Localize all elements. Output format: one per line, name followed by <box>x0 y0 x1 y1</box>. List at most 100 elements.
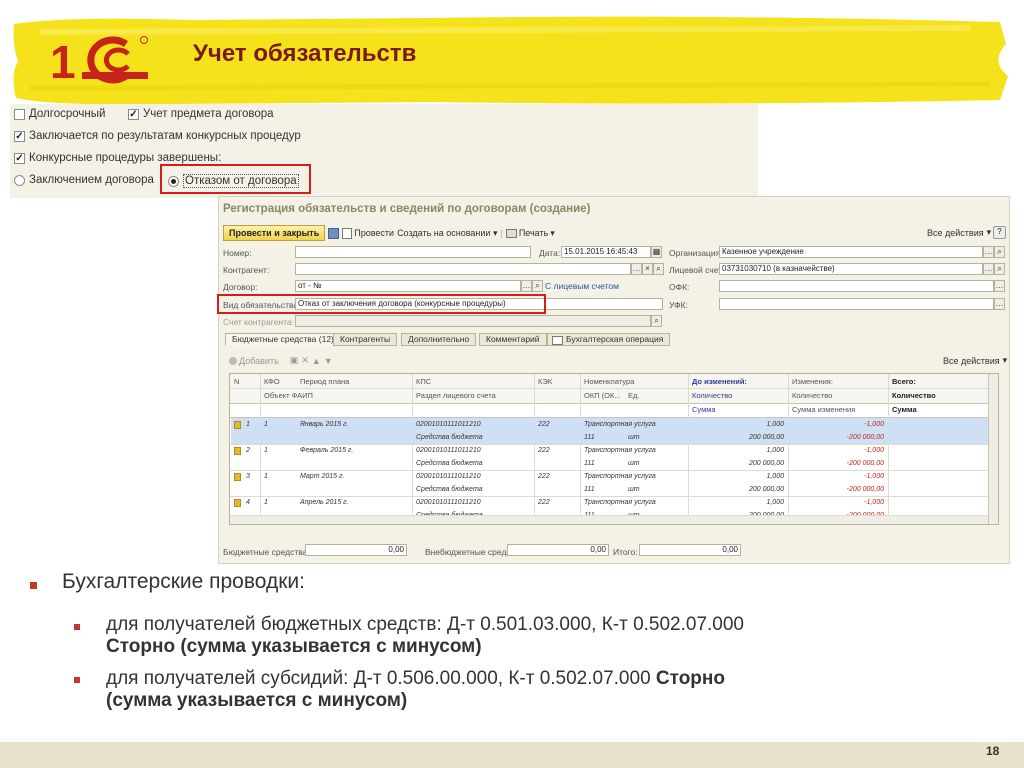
row3-nomenclature[interactable]: Транспортная услуга <box>584 473 656 480</box>
contract-search-icon[interactable]: ⌕ <box>532 280 543 292</box>
organization-select-button[interactable]: … <box>983 246 994 258</box>
tab-counterparties[interactable]: Контрагенты <box>333 333 398 346</box>
col-changes-qty[interactable]: Количество <box>792 391 832 400</box>
row1-sum[interactable]: 200 000,00 <box>692 434 784 441</box>
row1-nomenclature[interactable]: Транспортная услуга <box>584 421 656 428</box>
col-kfo[interactable]: КФО <box>264 377 280 386</box>
organization-field[interactable]: Казенное учреждение <box>719 246 983 258</box>
date-field[interactable]: 15.01.2015 16:45:43 <box>561 246 651 258</box>
row4-n[interactable]: 4 <box>246 499 250 506</box>
move-up-icon[interactable]: ▲ <box>312 356 321 366</box>
ofk-select-button[interactable]: … <box>994 280 1005 292</box>
row2-change-qty[interactable]: -1,000 <box>792 447 884 454</box>
row4-period[interactable]: Апрель 2015 г. <box>300 499 349 506</box>
col-period[interactable]: Период плана <box>300 377 349 386</box>
row2-kfo[interactable]: 1 <box>264 447 268 454</box>
row2-change-sum[interactable]: -200 000,00 <box>792 460 884 467</box>
by-conclusion-option[interactable]: Заключением договора <box>14 174 154 186</box>
ofk-field[interactable] <box>719 280 994 292</box>
counterparty-field[interactable] <box>295 263 631 275</box>
number-field[interactable] <box>295 246 531 258</box>
col-total-qty[interactable]: Количество <box>892 391 936 400</box>
counterparty-search-icon[interactable]: ⌕ <box>653 263 664 275</box>
row1-section[interactable]: Средства бюджета <box>416 434 483 441</box>
row3-kfo[interactable]: 1 <box>264 473 268 480</box>
row1-kfo[interactable]: 1 <box>264 421 268 428</box>
row1-change-qty[interactable]: -1,000 <box>792 421 884 428</box>
row3-kps[interactable]: 02001010111011210 <box>416 473 481 480</box>
personal-account-search-icon[interactable]: ⌕ <box>994 263 1005 275</box>
print-button[interactable]: Печать ▾ <box>505 228 555 239</box>
col-changes[interactable]: Изменения: <box>792 377 833 386</box>
row2-nomenclature[interactable]: Транспортная услуга <box>584 447 656 454</box>
contract-field[interactable]: от - № <box>295 280 521 292</box>
row4-change-qty[interactable]: -1,000 <box>792 499 884 506</box>
col-faip[interactable]: Объект ФАИП <box>264 391 313 400</box>
row3-change-qty[interactable]: -1,000 <box>792 473 884 480</box>
tab-comment[interactable]: Комментарий <box>479 333 547 346</box>
personal-account-field[interactable]: 03731030710 (в казначействе) <box>719 263 983 275</box>
organization-search-icon[interactable]: ⌕ <box>994 246 1005 258</box>
col-okp[interactable]: ОКП (ОК... <box>584 391 621 400</box>
vertical-scrollbar[interactable] <box>989 374 998 524</box>
horizontal-scrollbar[interactable] <box>230 515 988 524</box>
row3-qty[interactable]: 1,000 <box>692 473 784 480</box>
personal-account-select-button[interactable]: … <box>983 263 994 275</box>
long-term-checkbox[interactable] <box>14 108 25 120</box>
tender-checkbox[interactable]: ✓ <box>14 130 25 142</box>
row3-sum[interactable]: 200 000,00 <box>692 486 784 493</box>
with-account-link[interactable]: С лицевым счетом <box>545 281 619 291</box>
ufk-select-button[interactable]: … <box>994 298 1005 310</box>
tab-accounting-operation[interactable]: Бухгалтерская операция <box>547 333 671 346</box>
ufk-field[interactable] <box>719 298 994 310</box>
row1-period[interactable]: Январь 2015 г. <box>300 421 348 428</box>
copy-icon[interactable]: ▣ <box>290 355 299 366</box>
row1-kek[interactable]: 222 <box>538 421 550 428</box>
col-total[interactable]: Всего: <box>892 377 916 386</box>
row4-kps[interactable]: 02001010111011210 <box>416 499 481 506</box>
col-nomenclature[interactable]: Номенклатура <box>584 377 634 386</box>
row1-n[interactable]: 1 <box>246 421 250 428</box>
post-and-close-button[interactable]: Провести и закрыть <box>223 225 326 241</box>
row2-kps[interactable]: 02001010111011210 <box>416 447 481 454</box>
row1-qty[interactable]: 1,000 <box>692 421 784 428</box>
row3-kek[interactable]: 222 <box>538 473 550 480</box>
tender-completed-option[interactable]: ✓ Конкурсные процедуры завершены: <box>14 152 221 164</box>
col-kek[interactable]: КЭК <box>538 377 552 386</box>
row4-nomenclature[interactable]: Транспортная услуга <box>584 499 656 506</box>
col-unit[interactable]: Ед. <box>628 391 639 400</box>
by-conclusion-radio[interactable] <box>14 174 25 186</box>
save-icon[interactable] <box>328 227 340 239</box>
counterparty-select-button[interactable]: … <box>631 263 642 275</box>
contract-subject-option[interactable]: ✓ Учет предмета договора <box>128 108 274 120</box>
tab-additional[interactable]: Дополнительно <box>401 333 477 346</box>
row3-section[interactable]: Средства бюджета <box>416 486 483 493</box>
row4-qty[interactable]: 1,000 <box>692 499 784 506</box>
col-kps[interactable]: КПС <box>416 377 431 386</box>
row1-okp[interactable]: 111 <box>584 434 595 441</box>
counterparty-account-field[interactable] <box>295 315 651 327</box>
col-account-section[interactable]: Раздел лицевого счета <box>416 391 496 400</box>
col-n[interactable]: N <box>234 377 239 386</box>
col-before-sum[interactable]: Сумма <box>692 405 716 414</box>
delete-icon[interactable]: ✕ <box>301 355 309 366</box>
row3-change-sum[interactable]: -200 000,00 <box>792 486 884 493</box>
row3-n[interactable]: 3 <box>246 473 250 480</box>
col-before[interactable]: До изменений: <box>692 377 747 386</box>
row3-unit[interactable]: шт <box>628 486 640 493</box>
row4-kek[interactable]: 222 <box>538 499 550 506</box>
row2-period[interactable]: Февраль 2015 г. <box>300 447 353 454</box>
post-button[interactable]: Провести <box>342 227 394 239</box>
all-actions-menu[interactable]: Все действия ▾ <box>927 227 991 238</box>
col-before-qty[interactable]: Количество <box>692 391 732 400</box>
col-total-sum[interactable]: Сумма <box>892 405 917 414</box>
row2-okp[interactable]: 111 <box>584 460 595 467</box>
col-changes-sum[interactable]: Сумма изменения <box>792 405 855 414</box>
add-row-button[interactable]: Добавить <box>229 356 279 366</box>
contract-select-button[interactable]: … <box>521 280 532 292</box>
row1-unit[interactable]: шт <box>628 434 640 441</box>
row2-section[interactable]: Средства бюджета <box>416 460 483 467</box>
row2-unit[interactable]: шт <box>628 460 640 467</box>
calendar-icon[interactable]: ▦ <box>651 246 662 258</box>
help-button[interactable]: ? <box>993 226 1006 239</box>
